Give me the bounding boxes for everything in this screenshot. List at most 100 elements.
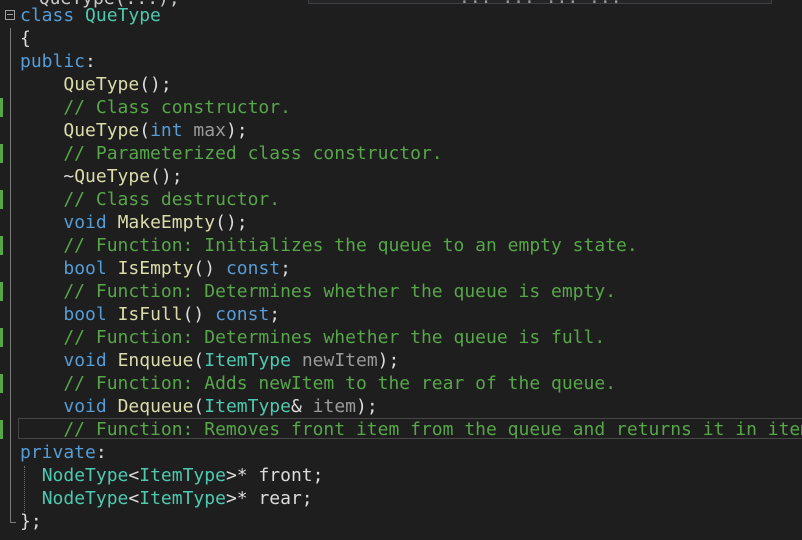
code-line[interactable]: void MakeEmpty(); [0, 211, 802, 234]
code-token: ; [280, 258, 291, 279]
code-line[interactable]: // Parameterized class constructor. [0, 142, 802, 165]
code-line[interactable]: bool IsEmpty() const; [0, 257, 802, 280]
code-text: NodeType<ItemType>* rear; [20, 487, 313, 510]
code-token: // Function: Determines whether the queu… [20, 327, 606, 348]
code-line[interactable]: }; [0, 510, 802, 533]
code-token: Dequeue [117, 396, 194, 417]
code-text: void Dequeue(ItemType& item); [20, 395, 378, 418]
code-text: bool IsEmpty() const; [20, 257, 291, 280]
code-text: QueType(); [20, 73, 171, 96]
code-line[interactable]: // Function: Determines whether the queu… [0, 280, 802, 303]
code-token: void [63, 350, 107, 371]
collapse-icon[interactable] [5, 10, 15, 20]
code-token: class [20, 5, 86, 26]
code-line[interactable]: ~QueType(); [0, 165, 802, 188]
code-token: // Parameterized class constructor. [20, 143, 443, 164]
code-line[interactable]: // Function: Removes front item from the… [0, 418, 802, 441]
code-token: QueType [63, 74, 140, 95]
code-token: ; [269, 304, 281, 325]
code-line[interactable]: NodeType<ItemType>* rear; [0, 487, 802, 510]
code-token: MakeEmpty [117, 212, 216, 233]
code-token: ItemType [139, 488, 226, 509]
change-indicator-bar [0, 420, 3, 439]
code-token: (); [215, 212, 248, 233]
code-line[interactable]: void Dequeue(ItemType& item); [0, 395, 802, 418]
code-line[interactable]: NodeType<ItemType>* front; [0, 464, 802, 487]
code-line[interactable]: // Class constructor. [0, 96, 802, 119]
code-text: NodeType<ItemType>* front; [20, 464, 324, 487]
code-text: class QueType [20, 4, 161, 27]
code-token: // Function: Removes front item from the… [20, 419, 802, 440]
code-line[interactable]: void Enqueue(ItemType newItem); [0, 349, 802, 372]
code-text: private: [20, 441, 107, 464]
code-token: : [95, 442, 107, 463]
code-token: ItemType [139, 465, 226, 486]
code-token: () [193, 258, 226, 279]
code-token: // Class constructor. [20, 97, 291, 118]
code-token: private [20, 442, 96, 463]
code-line[interactable]: { [0, 27, 802, 50]
code-token: < [128, 488, 140, 509]
code-text: // Function: Adds newItem to the rear of… [20, 372, 616, 395]
code-text: QueType(int max); [20, 119, 247, 142]
code-token: ( [193, 396, 205, 417]
code-text: // Function: Determines whether the queu… [20, 280, 616, 303]
code-token: bool [63, 304, 107, 325]
code-line[interactable]: // Function: Determines whether the queu… [0, 326, 802, 349]
code-text: // Class constructor. [20, 96, 291, 119]
change-indicator-bar [0, 282, 3, 301]
code-token: IsEmpty [117, 258, 194, 279]
code-text: { [20, 27, 31, 50]
code-line[interactable]: bool IsFull() const; [0, 303, 802, 326]
code-token: ( [139, 120, 151, 141]
code-text: void Enqueue(ItemType newItem); [20, 349, 399, 372]
code-token: (); [150, 166, 183, 187]
code-token: // Function: Determines whether the queu… [20, 281, 617, 302]
code-text: // Parameterized class constructor. [20, 142, 443, 165]
change-indicator-bar [0, 190, 3, 209]
code-line[interactable]: public: [0, 50, 802, 73]
code-token: IsFull [117, 304, 183, 325]
code-token: QueType [74, 166, 151, 187]
code-text: // Function: Removes front item from the… [20, 418, 802, 441]
change-indicator-bar [0, 328, 3, 347]
code-token: NodeType [41, 465, 129, 486]
code-editor[interactable]: ~QueType(...); ... ... ... ... class Que… [0, 0, 802, 540]
code-token: QueType [63, 120, 140, 141]
code-text: void MakeEmpty(); [20, 211, 248, 234]
code-token: const [215, 304, 270, 325]
code-line[interactable]: QueType(int max); [0, 119, 802, 142]
code-line[interactable]: // Function: Adds newItem to the rear of… [0, 372, 802, 395]
code-token: // Function: Adds newItem to the rear of… [20, 373, 617, 394]
code-line[interactable]: QueType(); [0, 73, 802, 96]
code-text: // Function: Initializes the queue to an… [20, 234, 637, 257]
code-token: ( [193, 350, 205, 371]
code-line[interactable]: private: [0, 441, 802, 464]
code-line[interactable]: // Function: Initializes the queue to an… [0, 234, 802, 257]
code-line[interactable]: class QueType [0, 4, 802, 27]
code-token: ); [377, 350, 400, 371]
code-token: { [20, 28, 31, 49]
code-token: // Class destructor. [20, 189, 281, 210]
code-text: // Class destructor. [20, 188, 280, 211]
code-token: ); [356, 396, 378, 417]
code-token: ~ [20, 166, 75, 187]
code-token: public [20, 51, 86, 72]
code-line[interactable]: // Class destructor. [0, 188, 802, 211]
code-text: // Function: Determines whether the queu… [20, 326, 605, 349]
code-token: bool [63, 258, 107, 279]
code-token: void [63, 396, 107, 417]
change-indicator-bar [0, 98, 3, 117]
